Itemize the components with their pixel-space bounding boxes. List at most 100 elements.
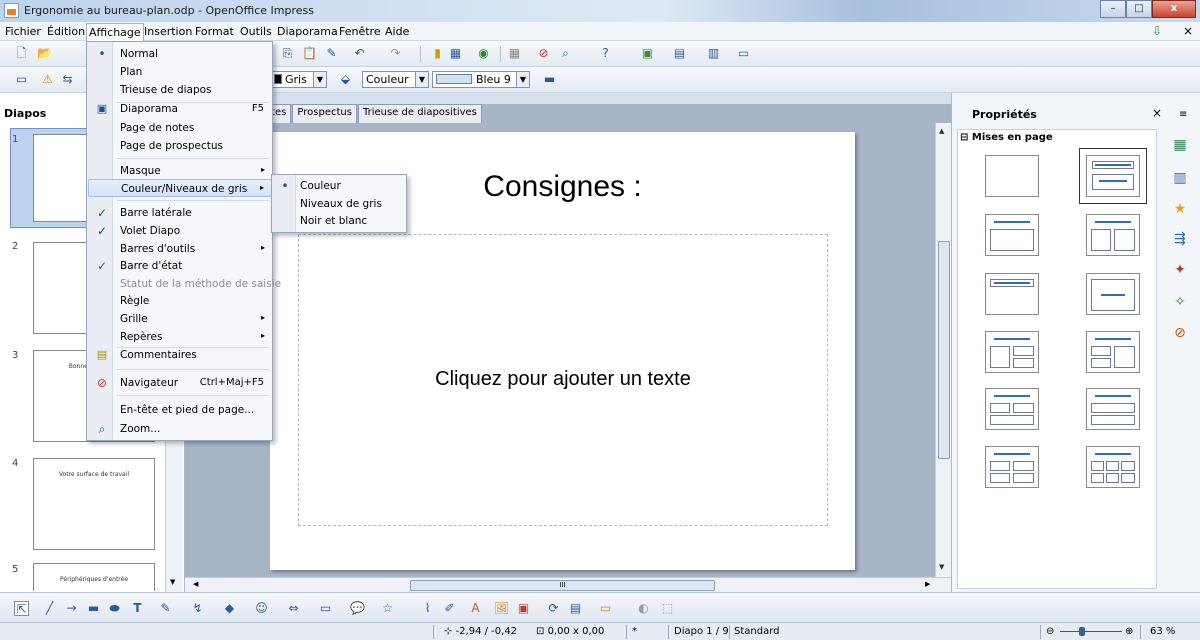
line-style-icon[interactable]: ⚠ (40, 72, 55, 87)
clone-format-icon[interactable]: ✎ (324, 46, 339, 61)
zoom-tool-icon[interactable]: ⌕ (558, 46, 573, 61)
fontwork-icon[interactable]: A (468, 601, 483, 616)
undo-icon[interactable]: ↶ (352, 46, 367, 61)
layout-blank[interactable] (985, 155, 1039, 197)
master-page-name[interactable]: Standard (734, 626, 780, 637)
properties-deck-icon[interactable]: ▦ (1170, 135, 1190, 155)
menu-aide[interactable]: Aide (385, 25, 409, 38)
layout-title-only[interactable] (985, 273, 1039, 315)
layout-title-two-columns[interactable] (1086, 214, 1140, 256)
horizontal-scroll-thumb[interactable]: III (410, 580, 715, 591)
master-pages-icon[interactable]: ▥ (1170, 168, 1190, 188)
rectangle-icon[interactable]: ▬ (86, 601, 101, 616)
ellipse-icon[interactable]: ⬬ (107, 601, 122, 616)
menu-diaporama[interactable]: Diaporama (277, 25, 338, 38)
paste-icon[interactable]: 📋 (302, 46, 317, 61)
menu-item-commentaires[interactable]: ▤ Commentaires (88, 346, 272, 364)
menu-item-barre-laterale[interactable]: ✓ Barre latérale (88, 204, 272, 222)
menu-item-plan[interactable]: Plan (88, 63, 272, 81)
menu-item-barre-etat[interactable]: ✓ Barre d'état (88, 257, 272, 275)
submenu-item-noir-blanc[interactable]: Noir et blanc (273, 212, 407, 230)
menu-item-entete-pied[interactable]: En-tête et pied de page... (88, 401, 272, 419)
curve-icon[interactable]: ✎ (158, 601, 173, 616)
area-fill-icon[interactable]: ⬙ (338, 72, 353, 87)
menu-item-page-notes[interactable]: Page de notes (88, 119, 272, 137)
arrow-line-icon[interactable]: → (64, 601, 79, 616)
submenu-item-couleur[interactable]: • Couleur (273, 177, 407, 195)
open-folder-icon[interactable]: 📂 (37, 46, 52, 61)
table-icon[interactable]: ▦ (448, 46, 463, 61)
layout-title-4content[interactable] (985, 446, 1039, 488)
layout-title-2content-left[interactable] (985, 331, 1039, 373)
navigator-icon[interactable]: ⊘ (536, 46, 551, 61)
navigator-deck-icon[interactable]: ⊘ (1170, 323, 1190, 343)
menu-item-volet-diapo[interactable]: ✓ Volet Diapo (88, 222, 272, 240)
zoom-in-icon[interactable]: ⊕ (1125, 626, 1133, 637)
chart-icon[interactable]: ▮ (430, 46, 445, 61)
close-document-button[interactable]: × (1183, 24, 1193, 38)
menu-item-trieuse[interactable]: Trieuse de diapos (88, 81, 272, 99)
scroll-right-icon[interactable]: ▶ (925, 580, 930, 588)
menu-affichage[interactable]: Affichage (86, 23, 144, 41)
maximize-button[interactable]: □ (1126, 0, 1152, 18)
layout-centered-text[interactable] (1086, 273, 1140, 315)
layout-title-2content-right[interactable] (1086, 331, 1140, 373)
shadow-tool-icon[interactable]: ◐ (636, 601, 651, 616)
text-icon[interactable]: T (130, 601, 145, 616)
slide-icon[interactable]: ▣ (640, 46, 655, 61)
menu-item-page-prospectus[interactable]: Page de prospectus (88, 137, 272, 155)
stars-icon[interactable]: ☆ (380, 601, 395, 616)
zoom-level[interactable]: 63 % (1150, 626, 1175, 637)
horizontal-scrollbar[interactable]: ◀ III ▶ (185, 577, 951, 592)
layout-title-content[interactable] (985, 214, 1039, 256)
zoom-slider-thumb[interactable] (1079, 627, 1085, 636)
toggle-extrusion-icon[interactable]: ⬚ (660, 601, 675, 616)
tab-prospectus[interactable]: Prospectus (292, 104, 357, 123)
styles-icon[interactable]: ✦ (1170, 260, 1190, 280)
arrange-icon[interactable]: ▭ (598, 601, 613, 616)
animation-icon[interactable]: ★ (1170, 199, 1190, 219)
vertical-scrollbar[interactable]: ▲ ▼ (935, 123, 951, 577)
zoom-out-icon[interactable]: ⊖ (1046, 626, 1054, 637)
gallery-deck-icon[interactable]: ✧ (1170, 292, 1190, 312)
slide-body-placeholder[interactable]: Cliquez pour ajouter un texte (298, 234, 828, 526)
menu-item-couleur-niveaux[interactable]: Couleur/Niveaux de gris ▸ (88, 179, 272, 197)
menu-item-barres-outils[interactable]: Barres d'outils ▸ (88, 240, 272, 258)
glue-points-icon[interactable]: ✐ (442, 601, 457, 616)
points-icon[interactable]: ⌇ (420, 601, 435, 616)
arrow-style-icon[interactable]: ⇆ (60, 72, 75, 87)
shadow-icon[interactable]: ▬ (542, 72, 557, 87)
submenu-item-niveaux-gris[interactable]: Niveaux de gris (273, 195, 407, 213)
menu-item-diaporama[interactable]: ▣ Diaporama F5 (88, 100, 272, 118)
from-file-icon[interactable]: 🖼 (494, 601, 509, 616)
grid-icon[interactable]: ▦ (507, 46, 522, 61)
sidebar-menu-icon[interactable]: ≡ (1179, 109, 1187, 120)
scroll-down-icon[interactable]: ▼ (939, 563, 944, 571)
color-mode-select[interactable]: Gris ▼ (270, 71, 327, 88)
menu-item-reperes[interactable]: Repères ▸ (88, 328, 272, 346)
presentation-icon[interactable]: ▭ (736, 46, 751, 61)
alignment-icon[interactable]: ▤ (568, 601, 583, 616)
scroll-left-icon[interactable]: ◀ (193, 580, 198, 588)
menu-edition[interactable]: Édition (47, 25, 85, 38)
slide-layout-icon[interactable]: ▤ (672, 46, 687, 61)
help-icon[interactable]: ? (598, 46, 613, 61)
menu-insertion[interactable]: Insertion (144, 25, 192, 38)
gallery-tool-icon[interactable]: ▣ (516, 601, 531, 616)
vertical-scroll-thumb[interactable] (938, 241, 950, 459)
select-arrow-icon[interactable]: ⇱ (14, 601, 29, 616)
callouts-icon[interactable]: 💬 (350, 601, 365, 616)
minimize-button[interactable]: – (1100, 0, 1126, 18)
layout-title-2content-top[interactable] (985, 388, 1039, 430)
menu-item-normal[interactable]: • Normal (88, 45, 272, 63)
block-arrows-icon[interactable]: ⇔ (286, 601, 301, 616)
slide-show-icon[interactable]: ▭ (14, 72, 29, 87)
basic-shapes-icon[interactable]: ◆ (222, 601, 237, 616)
menu-item-navigateur[interactable]: ⊘ Navigateur Ctrl+Maj+F5 (88, 374, 272, 392)
menu-format[interactable]: Format (195, 25, 234, 38)
menu-fenetre[interactable]: Fenêtre (339, 25, 381, 38)
flowchart-icon[interactable]: ▭ (318, 601, 333, 616)
layout-title-6content[interactable] (1086, 446, 1140, 488)
menu-outils[interactable]: Outils (240, 25, 272, 38)
copy-icon[interactable]: ⎘ (280, 46, 295, 61)
